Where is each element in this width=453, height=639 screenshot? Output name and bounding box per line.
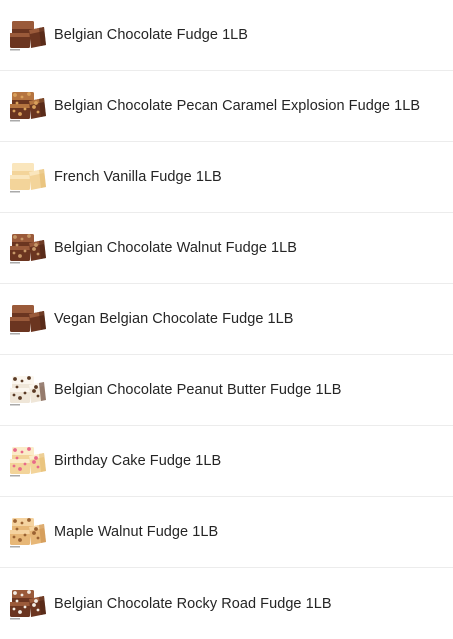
product-name[interactable]: Belgian Chocolate Fudge 1LB xyxy=(54,27,248,43)
fudge-image xyxy=(10,589,46,619)
product-name[interactable]: Belgian Chocolate Walnut Fudge 1LB xyxy=(54,240,297,256)
fudge-thumbnail[interactable] xyxy=(9,18,47,52)
list-item[interactable]: Vegan Belgian Chocolate Fudge 1LB xyxy=(0,284,453,355)
fudge-thumbnail[interactable] xyxy=(9,302,47,336)
product-name[interactable]: Maple Walnut Fudge 1LB xyxy=(54,524,218,540)
fudge-image xyxy=(10,21,46,51)
fudge-thumbnail[interactable] xyxy=(9,444,47,478)
fudge-thumbnail[interactable] xyxy=(9,515,47,549)
fudge-thumbnail[interactable] xyxy=(9,231,47,265)
fudge-image xyxy=(10,305,46,335)
fudge-image xyxy=(10,234,46,264)
fudge-thumbnail[interactable] xyxy=(9,373,47,407)
fudge-image xyxy=(10,92,46,122)
list-item[interactable]: Belgian Chocolate Walnut Fudge 1LB xyxy=(0,213,453,284)
list-item[interactable]: French Vanilla Fudge 1LB xyxy=(0,142,453,213)
list-item[interactable]: Belgian Chocolate Pecan Caramel Explosio… xyxy=(0,71,453,142)
fudge-image xyxy=(10,376,46,406)
list-item[interactable]: Birthday Cake Fudge 1LB xyxy=(0,426,453,497)
product-name[interactable]: French Vanilla Fudge 1LB xyxy=(54,169,222,185)
list-item[interactable]: Belgian Chocolate Peanut Butter Fudge 1L… xyxy=(0,355,453,426)
product-name[interactable]: Belgian Chocolate Pecan Caramel Explosio… xyxy=(54,98,420,114)
list-item[interactable]: Maple Walnut Fudge 1LB xyxy=(0,497,453,568)
product-name[interactable]: Belgian Chocolate Rocky Road Fudge 1LB xyxy=(54,596,332,612)
fudge-image xyxy=(10,518,46,548)
fudge-image xyxy=(10,447,46,477)
fudge-thumbnail[interactable] xyxy=(9,89,47,123)
list-item[interactable]: Belgian Chocolate Rocky Road Fudge 1LB xyxy=(0,568,453,639)
fudge-thumbnail[interactable] xyxy=(9,160,47,194)
product-list: Belgian Chocolate Fudge 1LB Belgian Choc… xyxy=(0,0,453,639)
product-name[interactable]: Belgian Chocolate Peanut Butter Fudge 1L… xyxy=(54,382,341,398)
fudge-thumbnail[interactable] xyxy=(9,587,47,621)
product-name[interactable]: Birthday Cake Fudge 1LB xyxy=(54,453,221,469)
product-name[interactable]: Vegan Belgian Chocolate Fudge 1LB xyxy=(54,311,293,327)
list-item[interactable]: Belgian Chocolate Fudge 1LB xyxy=(0,0,453,71)
fudge-image xyxy=(10,163,46,193)
